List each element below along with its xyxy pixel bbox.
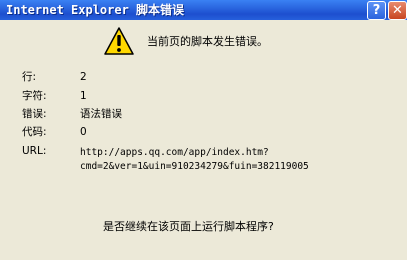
title-bar[interactable]: Internet Explorer 脚本错误 ? ✕: [0, 0, 407, 20]
error-value: 语法错误: [80, 108, 122, 120]
error-message: 当前页的脚本发生错误。: [147, 35, 268, 48]
help-button[interactable]: ?: [367, 1, 386, 20]
window-title: Internet Explorer 脚本错误: [6, 3, 185, 17]
error-label: 错误:: [22, 108, 47, 120]
url-line-1: http://apps.qq.com/app/index.htm?: [80, 147, 269, 158]
url-label: URL:: [22, 145, 47, 157]
char-value: 1: [80, 90, 87, 102]
code-value: 0: [80, 126, 87, 138]
continue-question: 是否继续在该页面上运行脚本程序?: [103, 220, 274, 233]
close-button[interactable]: ✕: [388, 1, 407, 20]
code-label: 代码:: [22, 126, 47, 138]
url-line-2: cmd=2&ver=1&uin=910234279&fuin=382119005: [80, 161, 309, 172]
line-label: 行:: [22, 71, 37, 83]
warning-icon: [104, 27, 134, 55]
script-error-dialog: Internet Explorer 脚本错误 ? ✕ 当前页的脚本发生错误。 行…: [0, 0, 407, 260]
line-value: 2: [80, 71, 87, 83]
char-label: 字符:: [22, 90, 47, 102]
